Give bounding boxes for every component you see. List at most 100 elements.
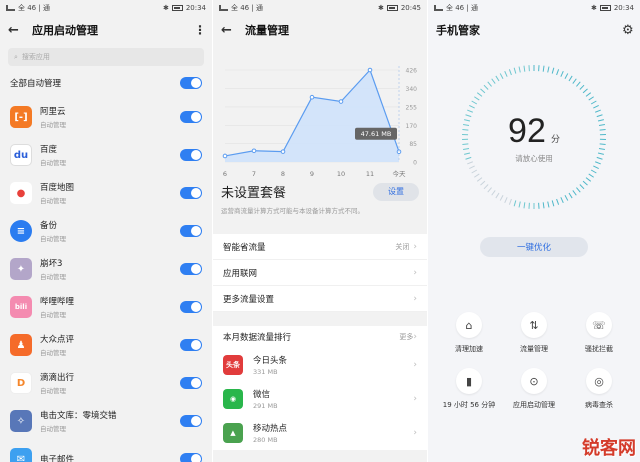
x-tick-label: 11: [366, 170, 374, 178]
ring-tick: [504, 197, 508, 203]
tool-virus[interactable]: ◎ 病毒查杀: [564, 368, 634, 410]
ring-tick: [572, 78, 577, 84]
tool-label: 病毒查杀: [585, 401, 613, 409]
app-toggle[interactable]: [180, 453, 202, 462]
chevron-right-icon: ›: [413, 241, 417, 252]
app-toggle[interactable]: [180, 339, 202, 351]
app-status: 自动管理: [40, 425, 66, 433]
data-point: [280, 149, 286, 154]
y-tick-label: 255: [406, 104, 418, 111]
list-item[interactable]: ● 百度地图 自动管理: [0, 174, 212, 212]
more-link[interactable]: 更多: [399, 332, 413, 342]
bluetooth-icon: ✱: [590, 4, 597, 12]
y-tick-label: 0: [413, 160, 417, 167]
chevron-right-icon: ›: [413, 293, 417, 304]
tool-block[interactable]: ☏ 骚扰拦截: [564, 312, 634, 354]
score-ring: 92 分 请放心使用: [459, 62, 609, 212]
list-item[interactable]: ✉ 电子邮件: [0, 440, 212, 462]
ring-tick: [471, 169, 478, 174]
plan-title: 未设置套餐: [221, 186, 287, 201]
page-title: 流量管理: [245, 24, 289, 37]
ring-tick: [547, 201, 550, 208]
app-network-row[interactable]: 应用联网 ›: [213, 260, 427, 286]
chevron-right-icon: ›: [413, 360, 417, 370]
app-status: 自动管理: [40, 235, 66, 243]
app-toggle[interactable]: [180, 263, 202, 275]
list-item[interactable]: ✦ 崩坏3 自动管理: [0, 250, 212, 288]
ring-tick: [495, 192, 500, 199]
auto-manage-all-toggle[interactable]: [180, 77, 202, 89]
tool-battery[interactable]: ▮ 19 小时 56 分钟: [434, 368, 504, 410]
auto-manage-all-row[interactable]: 全部自动管理: [0, 72, 212, 94]
more-options-icon[interactable]: ⋮: [194, 23, 206, 37]
ring-tick: [513, 200, 517, 207]
app-toggle[interactable]: [180, 377, 202, 389]
score-status: 请放心使用: [515, 154, 553, 163]
app-toggle[interactable]: [180, 111, 202, 123]
list-item[interactable]: ♟ 大众点评 自动管理: [0, 326, 212, 364]
app-launch-icon: ⊙: [521, 368, 547, 394]
ring-tick: [551, 67, 555, 74]
ring-tick: [483, 84, 489, 90]
back-arrow-icon[interactable]: ←: [8, 23, 26, 38]
clock: 20:34: [185, 4, 206, 12]
y-tick-label: 85: [409, 141, 417, 148]
ring-tick: [474, 173, 480, 178]
usage-area: [225, 70, 399, 162]
tool-app-launch[interactable]: ⊙ 应用启动管理: [499, 368, 569, 410]
data-size: 331 MB: [253, 368, 278, 376]
app-toggle[interactable]: [180, 301, 202, 313]
shield-icon: ◎: [586, 368, 612, 394]
list-item[interactable]: [-] 阿里云 自动管理: [0, 98, 212, 136]
hotspot-icon: ▲: [223, 423, 243, 443]
list-item[interactable]: D 滴滴出行 自动管理: [0, 364, 212, 402]
signal-icon: [6, 5, 15, 11]
set-plan-button[interactable]: 设置: [373, 182, 419, 201]
more-settings-row[interactable]: 更多流量设置 ›: [213, 286, 427, 312]
tool-data[interactable]: ⇅ 流量管理: [499, 312, 569, 354]
ring-tick: [585, 177, 592, 182]
settings-gear-icon[interactable]: ⚙: [622, 23, 634, 38]
app-launch-panel: 全 46 | 通 ✱ 20:34 ← 应用启动管理 ⋮ ⌕ 搜索应用 全部自动管理…: [0, 0, 212, 462]
list-item[interactable]: bili 哔哩哔哩 自动管理: [0, 288, 212, 326]
back-arrow-icon[interactable]: ←: [221, 23, 239, 38]
tool-clean[interactable]: ⌂ 清理加速: [434, 312, 504, 354]
ring-tick: [508, 69, 512, 76]
ranking-header: 本月数据流量排行 更多 ›: [213, 326, 427, 348]
list-item[interactable]: ▲ 移动热点 280 MB ›: [213, 416, 427, 450]
x-tick-label: 9: [310, 170, 314, 178]
auto-manage-all-label: 全部自动管理: [10, 79, 62, 89]
list-item[interactable]: ≡ 备份 自动管理: [0, 212, 212, 250]
search-icon: ⌕: [14, 52, 18, 61]
score-unit: 分: [550, 135, 560, 145]
list-item[interactable]: ◉ 微信 291 MB ›: [213, 382, 427, 416]
tool-label: 应用启动管理: [513, 401, 555, 409]
smart-save-row[interactable]: 智能省流量 关闭 ›: [213, 234, 427, 260]
ring-tick: [579, 84, 585, 90]
app-toggle[interactable]: [180, 149, 202, 161]
ring-tick: [523, 65, 526, 72]
search-input[interactable]: ⌕ 搜索应用: [8, 48, 204, 66]
list-item[interactable]: du 百度 自动管理: [0, 136, 212, 174]
toutiao-icon: 头条: [223, 355, 243, 375]
data-point: [251, 148, 257, 154]
ring-tick: [560, 71, 564, 77]
bluetooth-icon: ✱: [377, 4, 384, 12]
one-click-optimize-button[interactable]: 一键优化: [480, 237, 588, 257]
chevron-right-icon: ›: [413, 394, 417, 404]
ring-tick: [480, 88, 486, 94]
app-toggle[interactable]: [180, 415, 202, 427]
ring-tick: [547, 66, 550, 73]
list-item[interactable]: 头条 今日头条 331 MB ›: [213, 348, 427, 382]
data-usage-panel: 全 46 | 通 ✱ 20:45 ← 流量管理 0 85 170 255 340 426 6 7…: [213, 0, 427, 462]
ring-tick: [588, 96, 594, 101]
app-status: 自动管理: [40, 273, 66, 281]
x-tick-label: 6: [223, 170, 227, 178]
app-name: 哔哩哔哩: [40, 297, 75, 307]
list-item[interactable]: ✧ 电击文库：零境交错 自动管理: [0, 402, 212, 440]
app-status: 自动管理: [40, 349, 66, 357]
honkai-icon: ✦: [10, 258, 32, 280]
app-toggle[interactable]: [180, 225, 202, 237]
app-toggle[interactable]: [180, 187, 202, 199]
title-bar: ← 流量管理: [213, 16, 427, 44]
